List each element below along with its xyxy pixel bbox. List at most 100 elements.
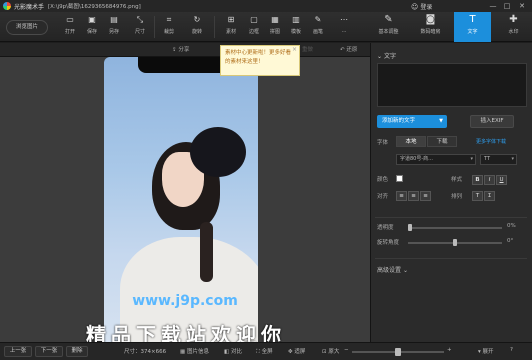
- resize-button[interactable]: ⤡ 尺寸: [131, 15, 149, 35]
- chevron-down-icon: ⌄: [402, 267, 408, 274]
- material-button[interactable]: ⊞ 素材: [222, 15, 240, 35]
- opacity-slider[interactable]: [408, 227, 502, 229]
- open-button[interactable]: ▭ 打开: [61, 15, 79, 35]
- tab-basic-adjust[interactable]: ✎ 基本调整: [370, 12, 407, 42]
- title-bar: 光影魔术手 [X:\j9p\截图\1629365684976.png]: [0, 0, 532, 12]
- redo-button[interactable]: 重做: [302, 45, 313, 53]
- darkroom-icon: ◙: [425, 14, 436, 25]
- open-label: 打开: [64, 29, 75, 35]
- login-button[interactable]: ☺ 登录: [411, 2, 432, 12]
- zoom-slider-handle[interactable]: [395, 348, 401, 356]
- collage-button[interactable]: ▦ 拼图: [266, 15, 284, 35]
- tab-text-label: 文字: [467, 29, 478, 35]
- fullscreen-button[interactable]: ⛶ 全屏: [256, 347, 273, 356]
- align-right-button[interactable]: ≡: [420, 191, 431, 201]
- save-button[interactable]: ▣ 保存: [83, 15, 101, 35]
- compare-icon: ◧: [224, 349, 230, 355]
- text-section-label: 文字: [383, 53, 396, 60]
- original-size-button[interactable]: ⊡ 原大: [322, 347, 339, 355]
- original-size-label: 原大: [328, 349, 340, 355]
- minimize-button[interactable]: —: [488, 2, 498, 10]
- tab-darkroom[interactable]: ◙ 数码暗房: [412, 12, 449, 42]
- basic-adjust-icon: ✎: [384, 14, 393, 25]
- fit-screen-icon: ✥: [288, 349, 293, 355]
- expand-button[interactable]: ▾ 展开: [478, 347, 494, 355]
- align-center-button[interactable]: ≡: [408, 191, 419, 201]
- share-button[interactable]: ⇪ 分享: [172, 45, 189, 53]
- brush-button[interactable]: ✎ 画笔: [309, 15, 327, 35]
- arrange-label: 排列: [451, 194, 463, 200]
- text-color-swatch[interactable]: [396, 175, 403, 182]
- tab-watermark-label: 水印: [508, 29, 519, 35]
- photo-braid: [200, 222, 213, 282]
- text-icon: T: [469, 14, 476, 25]
- font-size-value: TT: [484, 156, 491, 162]
- maximize-button[interactable]: □: [502, 2, 512, 10]
- zoom-in-button[interactable]: +: [447, 347, 452, 353]
- collage-icon: ▦: [271, 15, 279, 24]
- save-as-button[interactable]: ▤ 另存: [105, 15, 123, 35]
- horizontal-text-button[interactable]: T: [472, 191, 483, 201]
- frame-icon: ▢: [250, 15, 258, 24]
- fit-screen-button[interactable]: ✥ 适屏: [288, 347, 305, 355]
- advanced-settings-button[interactable]: 高级设置 ⌄: [377, 265, 408, 274]
- save-icon: ▣: [88, 15, 96, 24]
- rotate-button[interactable]: ↻ 旋转: [188, 15, 206, 35]
- add-text-dropdown-icon: ▼: [439, 118, 443, 124]
- font-label: 字体: [377, 140, 389, 146]
- insert-exif-button[interactable]: 插入EXIF: [470, 115, 514, 128]
- image-size-label: 尺寸：374×666: [124, 349, 167, 355]
- prev-image-button[interactable]: 上一张: [4, 346, 32, 357]
- sub-toolbar: ⇪ 分享 重做 ↶ 还原: [0, 43, 370, 57]
- status-bar: 上一张 下一张 删除 尺寸：374×666 ▦ 图片信息 ◧ 对比 ⛶ 全屏 ✥…: [0, 342, 532, 360]
- delete-button[interactable]: 删除: [66, 346, 88, 357]
- template-button[interactable]: ▥ 模板: [287, 15, 305, 35]
- fullscreen-icon: ⛶: [256, 349, 260, 355]
- opacity-value: 0%: [507, 223, 516, 229]
- font-name: 字道80号-商...: [400, 156, 433, 162]
- font-local-tab[interactable]: 本地: [396, 136, 426, 147]
- more-fonts-link[interactable]: 更多字体下载: [476, 138, 506, 145]
- panel-divider: [375, 258, 527, 259]
- underline-button[interactable]: U: [496, 175, 507, 185]
- share-icon: ⇪: [172, 47, 177, 53]
- style-label: 样式: [451, 177, 463, 183]
- resize-label: 尺寸: [134, 29, 145, 35]
- italic-button[interactable]: I: [484, 175, 495, 185]
- align-left-button[interactable]: ≡: [396, 191, 407, 201]
- material-icon: ⊞: [227, 15, 235, 24]
- zoom-out-button[interactable]: −: [344, 347, 349, 353]
- text-input-area[interactable]: [377, 63, 527, 107]
- frame-label: 边框: [248, 29, 259, 35]
- add-text-button[interactable]: 添加新的文字 ▼: [377, 115, 447, 128]
- bold-button[interactable]: B: [472, 175, 483, 185]
- font-select[interactable]: 字道80号-商... ▾: [396, 154, 476, 165]
- help-icon[interactable]: ?: [510, 347, 513, 353]
- font-download-tab[interactable]: 下载: [427, 136, 457, 147]
- image-canvas[interactable]: www.j9p.com 精品下载站欢迎你: [0, 57, 370, 342]
- panel-divider: [375, 217, 527, 218]
- collage-label: 拼图: [269, 29, 280, 35]
- align-label: 对齐: [377, 194, 389, 200]
- next-image-button[interactable]: 下一张: [35, 346, 63, 357]
- rotation-slider-handle[interactable]: [453, 239, 457, 246]
- frame-button[interactable]: ▢ 边框: [245, 15, 263, 35]
- more-tools-button[interactable]: ⋯ ...: [335, 15, 353, 34]
- material-update-tooltip: × 素材中心更新啦！更多好看的素材来这里！: [220, 45, 300, 76]
- opacity-slider-handle[interactable]: [408, 224, 412, 231]
- app-title: 光影魔术手: [14, 3, 45, 11]
- browse-images-button[interactable]: 浏览图片: [6, 20, 48, 35]
- font-size-select[interactable]: TT ▾: [480, 154, 517, 165]
- text-section-title: ⌄ 文字: [377, 51, 396, 60]
- crop-button[interactable]: ⌗ 裁剪: [160, 15, 178, 35]
- tab-text[interactable]: T 文字: [454, 12, 491, 42]
- image-info-button[interactable]: ▦ 图片信息: [180, 347, 209, 355]
- compare-button[interactable]: ◧ 对比: [224, 347, 242, 355]
- folder-icon: ▭: [66, 15, 74, 24]
- close-button[interactable]: ✕: [517, 2, 527, 10]
- restore-button[interactable]: ↶ 还原: [340, 45, 357, 53]
- tab-watermark[interactable]: ✚ 水印: [495, 12, 532, 42]
- rotate-icon: ↻: [193, 15, 201, 24]
- vertical-text-button[interactable]: Ɪ: [484, 191, 495, 201]
- tooltip-close-button[interactable]: ×: [292, 47, 297, 53]
